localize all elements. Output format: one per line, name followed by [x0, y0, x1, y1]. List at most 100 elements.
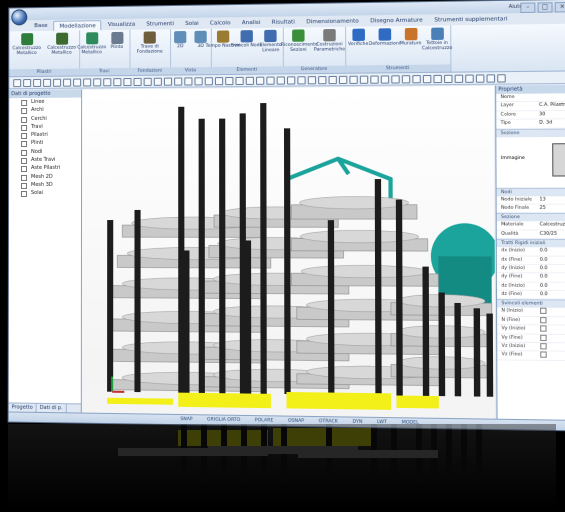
- toolbar-tool-icon[interactable]: [204, 76, 213, 85]
- tree-checkbox[interactable]: [20, 191, 27, 198]
- toolbar-tool-icon[interactable]: [338, 75, 348, 84]
- tree-checkbox[interactable]: [21, 116, 28, 123]
- tab-0[interactable]: Base: [29, 21, 52, 31]
- toolbar-tool-icon[interactable]: [33, 78, 42, 87]
- toolbar-tool-icon[interactable]: [401, 74, 411, 83]
- ribbon-button-1[interactable]: Calcestruzzo Metallico: [45, 32, 79, 56]
- toolbar-tool-icon[interactable]: [133, 77, 142, 86]
- toolbar-tool-icon[interactable]: [225, 76, 234, 85]
- tree-checkbox[interactable]: [21, 158, 28, 165]
- toolbar-tool-icon[interactable]: [13, 78, 22, 87]
- property-value[interactable]: [540, 325, 565, 334]
- toolbar-tool-icon[interactable]: [307, 75, 317, 84]
- toolbar-tool-icon[interactable]: [153, 77, 162, 86]
- toolbar-tool-icon[interactable]: [380, 74, 390, 84]
- property-value[interactable]: 0.0: [540, 282, 565, 290]
- toolbar-tool-icon[interactable]: [184, 76, 193, 86]
- tree-item[interactable]: Aste Pilastri: [9, 164, 81, 173]
- property-value[interactable]: [540, 351, 565, 360]
- toolbar-tool-icon[interactable]: [194, 76, 203, 85]
- tree-item[interactable]: Mesh 3D: [9, 181, 81, 189]
- tree-item[interactable]: Solai: [9, 189, 81, 198]
- tab-3[interactable]: Strumenti: [141, 19, 179, 30]
- toolbar-tool-icon[interactable]: [444, 74, 453, 83]
- toolbar-tool-icon[interactable]: [475, 73, 485, 83]
- toolbar-tool-icon[interactable]: [359, 75, 369, 84]
- property-value[interactable]: 0.0: [540, 274, 565, 282]
- ribbon-button-0[interactable]: Calcestruzzo Metallico: [10, 33, 44, 56]
- property-checkbox[interactable]: [540, 351, 547, 359]
- property-checkbox[interactable]: [540, 343, 547, 350]
- property-value[interactable]: [540, 308, 565, 316]
- property-value[interactable]: [540, 334, 565, 342]
- property-value[interactable]: 0.0: [540, 291, 565, 299]
- maximize-button[interactable]: □: [537, 2, 553, 13]
- tree-checkbox[interactable]: [21, 100, 28, 107]
- toolbar-tool-icon[interactable]: [266, 76, 275, 85]
- toolbar-tool-icon[interactable]: [318, 75, 327, 84]
- toolbar-tool-icon[interactable]: [214, 76, 224, 85]
- tree-checkbox[interactable]: [21, 124, 28, 131]
- toolbar-tool-icon[interactable]: [103, 77, 112, 86]
- toolbar-tool-icon[interactable]: [143, 77, 152, 86]
- toolbar-tool-icon[interactable]: [245, 76, 254, 85]
- tree-checkbox[interactable]: [20, 182, 27, 189]
- minimize-button[interactable]: –: [520, 2, 536, 14]
- tab-5[interactable]: Calcolo: [205, 18, 236, 29]
- toolbar-tool-icon[interactable]: [163, 77, 173, 86]
- toolbar-tool-icon[interactable]: [422, 74, 432, 83]
- tab-1[interactable]: Modellazione: [53, 20, 102, 31]
- toolbar-tool-icon[interactable]: [174, 76, 183, 86]
- toolbar-tool-icon[interactable]: [486, 73, 496, 83]
- tree-item[interactable]: Nodi: [9, 147, 81, 156]
- toolbar-tool-icon[interactable]: [83, 77, 92, 87]
- status-toggle[interactable]: GRIGLIA ORTO: [207, 417, 240, 423]
- toolbar-tool-icon[interactable]: [454, 74, 464, 83]
- toolbar-tool-icon[interactable]: [412, 74, 421, 83]
- toolbar-tool-icon[interactable]: [465, 74, 474, 83]
- 3d-viewport[interactable]: [81, 85, 496, 420]
- property-checkbox[interactable]: [540, 308, 547, 315]
- toolbar-tool-icon[interactable]: [53, 78, 62, 87]
- toolbar-tool-icon[interactable]: [123, 77, 132, 86]
- property-value[interactable]: 0.0: [540, 247, 565, 255]
- property-checkbox[interactable]: [540, 334, 547, 341]
- property-value[interactable]: C.A. Pilastri: [539, 102, 565, 110]
- toolbar-tool-icon[interactable]: [23, 78, 32, 87]
- property-value[interactable]: 0.0: [540, 256, 565, 264]
- ribbon-button-15[interactable]: Tettoie in Calcestruzzo: [419, 27, 455, 51]
- tree-checkbox[interactable]: [21, 141, 28, 148]
- toolbar-tool-icon[interactable]: [276, 75, 285, 85]
- property-value[interactable]: C30/25: [540, 230, 565, 238]
- property-checkbox[interactable]: [540, 316, 547, 324]
- toolbar-tool-icon[interactable]: [256, 76, 265, 85]
- ribbon-button-4[interactable]: Trave di Fondazione: [133, 31, 167, 55]
- tree-item[interactable]: Mesh 2D: [9, 172, 81, 181]
- property-value[interactable]: 0.0: [540, 265, 565, 273]
- close-button[interactable]: ×: [554, 1, 565, 13]
- property-value[interactable]: 13: [539, 196, 565, 204]
- tab-4[interactable]: Solai: [180, 19, 204, 29]
- status-toggle[interactable]: SNAP: [180, 417, 192, 422]
- property-value[interactable]: 30: [539, 111, 565, 119]
- toolbar-tool-icon[interactable]: [113, 77, 122, 86]
- property-checkbox[interactable]: [540, 325, 547, 332]
- status-toggle[interactable]: POLARE: [255, 418, 274, 423]
- toolbar-tool-icon[interactable]: [370, 74, 379, 84]
- toolbar-tool-icon[interactable]: [433, 74, 442, 83]
- toolbar-tool-icon[interactable]: [286, 75, 296, 85]
- toolbar-tool-icon[interactable]: [73, 78, 82, 87]
- property-value[interactable]: D. 3d: [539, 119, 565, 127]
- toolbar-tool-icon[interactable]: [43, 78, 52, 87]
- tree-checkbox[interactable]: [21, 108, 28, 115]
- ribbon-button-10[interactable]: Riconoscimento Sezioni: [281, 29, 318, 53]
- app-menu-orb-icon[interactable]: [11, 9, 28, 26]
- property-value[interactable]: [540, 316, 565, 325]
- property-value[interactable]: Calcestruzzo: [540, 222, 565, 230]
- toolbar-tool-icon[interactable]: [349, 75, 358, 84]
- tree-checkbox[interactable]: [20, 174, 27, 181]
- toolbar-tool-icon[interactable]: [235, 76, 244, 85]
- toolbar-tool-icon[interactable]: [63, 78, 72, 87]
- toolbar-tool-icon[interactable]: [391, 74, 400, 84]
- toolbar-tool-icon[interactable]: [93, 77, 102, 86]
